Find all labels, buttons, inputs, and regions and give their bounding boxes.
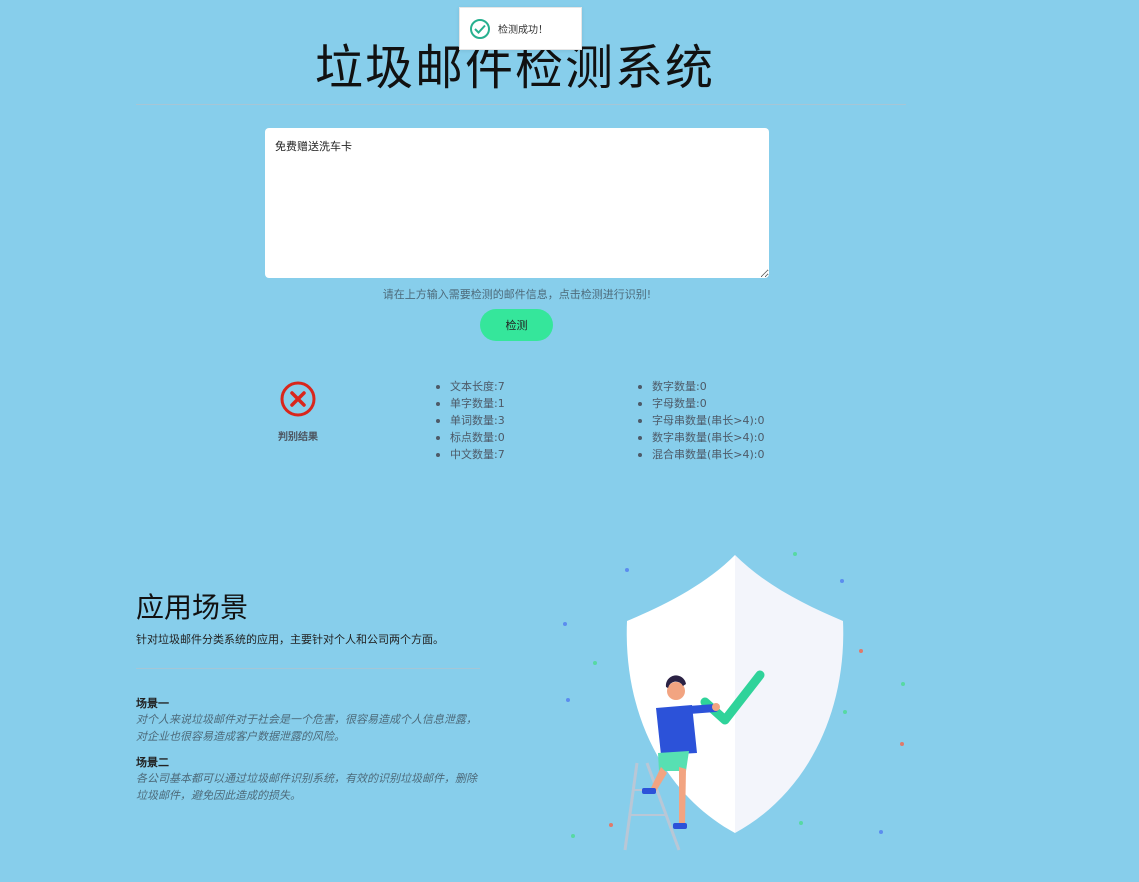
stat-item: 标点数量:0 [436, 429, 505, 446]
verdict-block: 判别结果 [268, 380, 328, 443]
input-hint: 请在上方输入需要检测的邮件信息，点击检测进行识别! [382, 288, 652, 301]
divider [136, 104, 906, 105]
scenario-text: 对个人来说垃圾邮件对于社会是一个危害，很容易造成个人信息泄露，对企业也很容易造成… [136, 713, 477, 743]
check-button[interactable]: 检测 [480, 309, 553, 341]
stat-item: 字母串数量(串长>4):0 [638, 412, 765, 429]
page: 检测成功！ 垃圾邮件检测系统 免费赠送洗车卡 请在上方输入需要检测的邮件信息，点… [0, 0, 1139, 882]
stat-item: 中文数量:7 [436, 446, 505, 463]
stat-item: 单词数量:3 [436, 412, 505, 429]
success-toast: 检测成功！ [459, 7, 582, 50]
verdict-label: 判别结果 [278, 432, 318, 443]
stat-item: 单字数量:1 [436, 395, 505, 412]
section-divider [136, 668, 480, 669]
email-text-input[interactable]: 免费赠送洗车卡 [265, 128, 769, 278]
scenario-one: 场景一 对个人来说垃圾邮件对于社会是一个危害，很容易造成个人信息泄露，对企业也很… [136, 695, 480, 745]
stats-list-left: 文本长度:7 单字数量:1 单词数量:3 标点数量:0 中文数量:7 [436, 378, 505, 463]
section-subtitle: 针对垃圾邮件分类系统的应用，主要针对个人和公司两个方面。 [136, 633, 444, 646]
stat-item: 混合串数量(串长>4):0 [638, 446, 765, 463]
scenario-heading: 场景二 [136, 756, 169, 769]
scenario-heading: 场景一 [136, 697, 169, 710]
stat-item: 数字数量:0 [638, 378, 765, 395]
spam-cross-icon [280, 381, 316, 417]
check-circle-icon [470, 18, 490, 39]
stat-item: 字母数量:0 [638, 395, 765, 412]
stat-item: 文本长度:7 [436, 378, 505, 395]
scenario-text: 各公司基本都可以通过垃圾邮件识别系统，有效的识别垃圾邮件，删除垃圾邮件，避免因此… [136, 772, 477, 802]
scenario-two: 场景二 各公司基本都可以通过垃圾邮件识别系统，有效的识别垃圾邮件，删除垃圾邮件，… [136, 754, 480, 804]
stat-item: 数字串数量(串长>4):0 [638, 429, 765, 446]
security-shield-illustration [563, 552, 905, 851]
stats-list-right: 数字数量:0 字母数量:0 字母串数量(串长>4):0 数字串数量(串长>4):… [638, 378, 765, 463]
section-title: 应用场景 [136, 591, 249, 624]
toast-message: 检测成功！ [498, 25, 548, 36]
